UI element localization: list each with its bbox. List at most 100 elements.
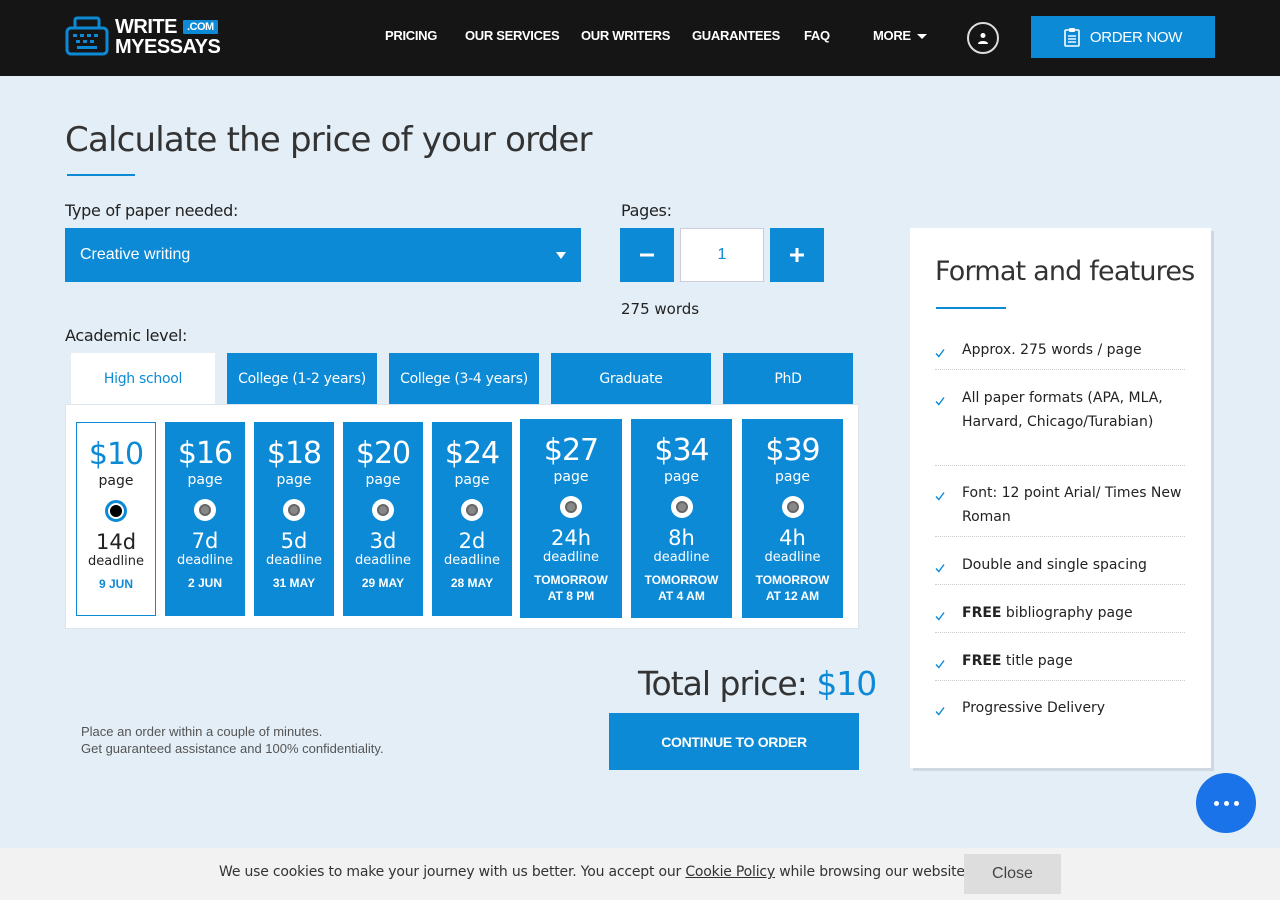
- pages-decrement-button[interactable]: [620, 228, 674, 282]
- order-note-line2: Get guaranteed assistance and 100% confi…: [81, 741, 384, 756]
- card-deadline-word: deadline: [444, 553, 500, 568]
- order-now-button[interactable]: ORDER NOW: [1031, 16, 1215, 58]
- nav-our-services[interactable]: OUR SERVICES: [465, 28, 560, 43]
- total-price-label: Total price:: [638, 664, 808, 703]
- feature-text: bibliography page: [1001, 605, 1133, 621]
- order-note-line1: Place an order within a couple of minute…: [81, 724, 323, 739]
- card-per-page: page: [98, 473, 134, 489]
- card-deadline: 8h: [668, 526, 695, 550]
- tab-college-3-4[interactable]: College (3-4 years): [389, 353, 539, 404]
- card-date: TOMORROW AT 4 AM: [631, 572, 732, 604]
- radio-dot-icon: [199, 504, 211, 516]
- card-radio[interactable]: [372, 499, 394, 521]
- nav-pricing[interactable]: PRICING: [385, 28, 437, 43]
- logo-com-badge: .COM: [182, 20, 218, 34]
- price-card[interactable]: $39 page 4h deadline TOMORROW AT 12 AM: [742, 419, 843, 618]
- feature-text: title page: [1001, 653, 1073, 669]
- paper-type-select[interactable]: Creative writing: [65, 228, 581, 282]
- check-icon: [935, 485, 945, 501]
- card-per-page: page: [276, 472, 312, 488]
- card-deadline: 24h: [550, 526, 592, 550]
- continue-to-order-button[interactable]: CONTINUE TO ORDER: [609, 713, 859, 770]
- chat-button[interactable]: [1196, 773, 1256, 833]
- cookie-text: We use cookies to make your journey with…: [219, 864, 969, 880]
- check-icon: [935, 700, 945, 716]
- account-button[interactable]: [967, 22, 999, 54]
- card-radio[interactable]: [560, 496, 582, 518]
- card-deadline: 14d: [95, 530, 137, 554]
- price-options-panel: $10 page 14d deadline 9 JUN $16 page 7d deadline…: [65, 404, 859, 629]
- site-logo[interactable]: WRITE .COM MYESSAYS: [65, 16, 235, 58]
- radio-dot-icon: [786, 501, 799, 513]
- price-card[interactable]: $24 page 2d deadline 28 MAY: [432, 422, 512, 616]
- tab-college-1-2[interactable]: College (1-2 years): [227, 353, 377, 404]
- card-deadline-word: deadline: [355, 553, 411, 568]
- card-deadline-word: deadline: [266, 553, 322, 568]
- feature-item: Double and single spacing: [935, 545, 1185, 585]
- cookie-policy-link[interactable]: Cookie Policy: [685, 864, 775, 880]
- card-radio[interactable]: [781, 496, 804, 518]
- card-radio[interactable]: [283, 499, 305, 521]
- tab-phd[interactable]: PhD: [723, 353, 853, 404]
- radio-dot-icon: [565, 501, 577, 513]
- minus-icon: [640, 253, 654, 257]
- card-date: 29 MAY: [343, 575, 423, 591]
- card-radio[interactable]: [105, 500, 127, 522]
- page-title: Calculate the price of your order: [65, 120, 593, 160]
- tab-high-school[interactable]: High school: [71, 353, 215, 405]
- feature-text: Double and single spacing: [962, 557, 1147, 573]
- price-card[interactable]: $16 page 7d deadline 2 JUN: [165, 422, 245, 616]
- chat-dot-icon: [1223, 800, 1229, 806]
- pages-label: Pages:: [621, 201, 672, 220]
- card-price: $10: [88, 437, 144, 472]
- feature-item: FREE bibliography page: [935, 593, 1185, 633]
- card-deadline-word: deadline: [88, 554, 144, 569]
- pages-increment-button[interactable]: [770, 228, 824, 282]
- format-features-panel: Format and features Approx. 275 words / …: [910, 228, 1211, 768]
- price-card[interactable]: $27 page 24h deadline TOMORROW AT 8 PM: [520, 419, 622, 618]
- card-radio[interactable]: [461, 499, 483, 521]
- card-per-page: page: [365, 472, 401, 488]
- card-date: TOMORROW AT 8 PM: [520, 572, 622, 604]
- card-price: $39: [765, 433, 820, 468]
- nav-guarantees[interactable]: GUARANTEES: [692, 28, 780, 43]
- card-radio[interactable]: [670, 496, 693, 518]
- card-deadline-word: deadline: [543, 550, 599, 565]
- clipboard-icon: [1064, 28, 1080, 47]
- check-icon: [935, 342, 945, 358]
- order-now-label: ORDER NOW: [1089, 28, 1183, 46]
- price-card[interactable]: $18 page 5d deadline 31 MAY: [254, 422, 334, 616]
- card-deadline: 7d: [191, 529, 219, 553]
- card-date: 9 JUN: [77, 576, 155, 592]
- radio-dot-icon: [675, 501, 688, 513]
- cookie-bar: We use cookies to make your journey with…: [0, 848, 1280, 900]
- card-date-line1: 31 MAY: [272, 576, 316, 590]
- total-price: Total price: $10: [638, 664, 877, 703]
- radio-dot-icon: [110, 505, 122, 517]
- nav-more-label: MORE: [873, 28, 911, 43]
- feature-item: All paper formats (APA, MLA, Harvard, Ch…: [935, 378, 1185, 466]
- feature-item: Font: 12 point Arial/ Times New Roman: [935, 473, 1185, 537]
- card-price: $20: [355, 436, 411, 471]
- nav-our-writers[interactable]: OUR WRITERS: [581, 28, 670, 43]
- tab-graduate[interactable]: Graduate: [551, 353, 711, 404]
- cookie-close-button[interactable]: Close: [964, 854, 1061, 894]
- card-date-line1: 9 JUN: [98, 577, 133, 591]
- price-card[interactable]: $10 page 14d deadline 9 JUN: [76, 422, 156, 616]
- price-card[interactable]: $20 page 3d deadline 29 MAY: [343, 422, 423, 616]
- card-radio[interactable]: [194, 499, 216, 521]
- user-icon: [978, 33, 988, 44]
- card-date-line2: AT 12 AM: [765, 589, 820, 603]
- feature-item: FREE title page: [935, 641, 1185, 681]
- card-date-line1: TOMORROW: [755, 573, 830, 587]
- nav-more[interactable]: MORE: [873, 28, 927, 43]
- pages-input[interactable]: 1: [680, 228, 764, 282]
- card-per-page: page: [454, 472, 490, 488]
- price-card[interactable]: $34 page 8h deadline TOMORROW AT 4 AM: [631, 419, 732, 618]
- feature-text: Approx. 275 words / page: [962, 342, 1142, 358]
- card-deadline: 3d: [369, 529, 397, 553]
- feature-text: Progressive Delivery: [962, 700, 1106, 716]
- nav-faq[interactable]: FAQ: [804, 28, 830, 43]
- check-icon: [935, 653, 945, 669]
- card-date-line2: AT 8 PM: [547, 589, 595, 603]
